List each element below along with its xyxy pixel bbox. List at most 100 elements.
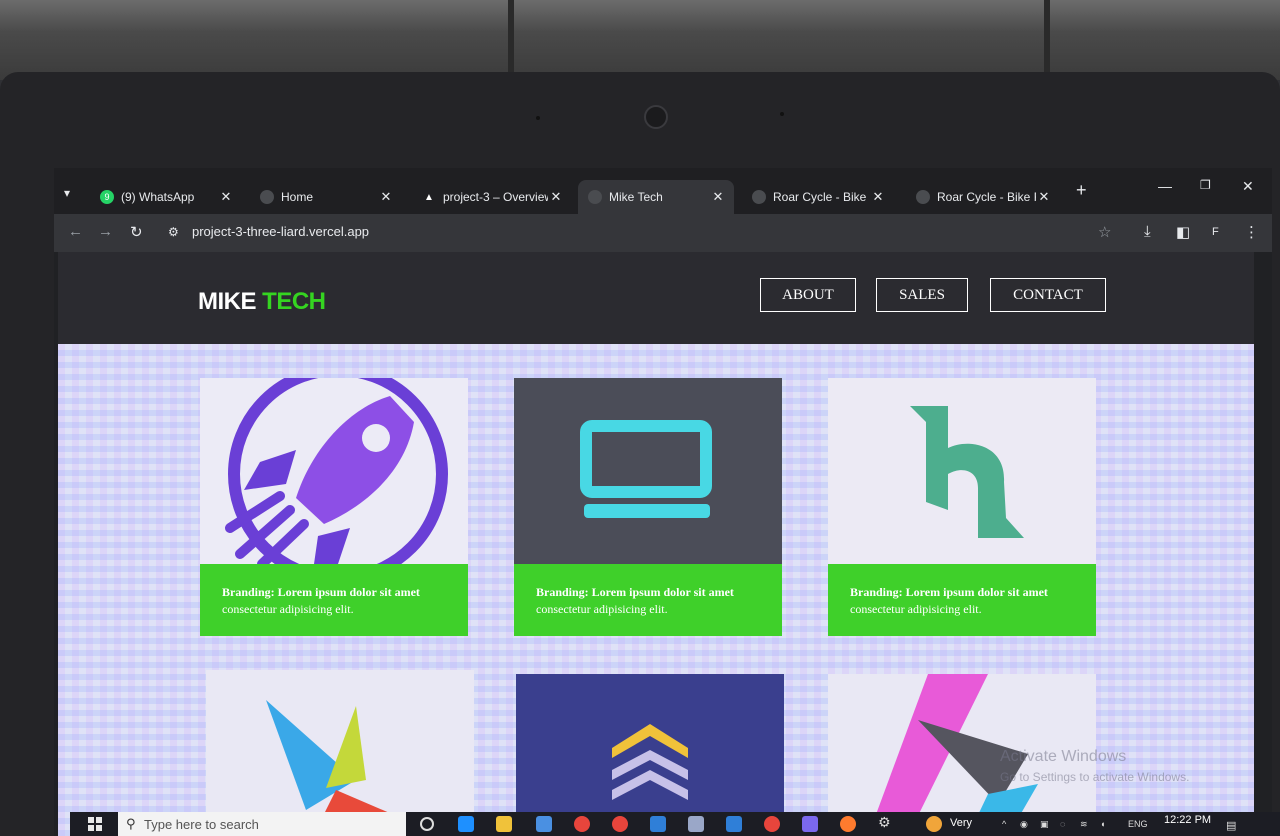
taskbar-search-input[interactable]: ⚲ Type here to search [118, 812, 406, 836]
tray-icon[interactable]: ▣ [1040, 819, 1049, 830]
menu-kebab-icon[interactable]: ⋮ [1244, 223, 1259, 241]
tab-roar-cycle[interactable]: Roar Cycle - Bike Re ✕ [906, 180, 1060, 214]
card-caption-text: consectetur adipisicing elit. [222, 602, 354, 616]
whatsapp-icon: 9 [100, 190, 114, 204]
tab-title: Home [281, 190, 314, 204]
browser-toolbar: ← → ↻ ⚙ project-3-three-liard.vercel.app… [54, 214, 1272, 252]
nav-contact-button[interactable]: CONTACT [990, 278, 1106, 312]
browser-window: ▾ 9 (9) WhatsApp ✕ Home ✕ ▲ project-3 – … [54, 168, 1272, 836]
logo-text-white: MIKE [198, 288, 257, 315]
portfolio-card[interactable]: Branding: Lorem ipsum dolor sit amet con… [828, 378, 1096, 636]
vercel-icon: ▲ [424, 191, 434, 203]
tray-chevron-icon[interactable]: ^ [1002, 819, 1006, 829]
address-bar[interactable]: project-3-three-liard.vercel.app [192, 224, 369, 239]
card-caption-title: Branding: Lorem ipsum dolor sit amet [536, 585, 734, 599]
forward-arrow-icon[interactable]: → [98, 223, 113, 240]
globe-icon [916, 190, 930, 204]
reload-icon[interactable]: ↻ [130, 223, 143, 241]
tab-strip: ▾ 9 (9) WhatsApp ✕ Home ✕ ▲ project-3 – … [54, 168, 1272, 214]
cortana-icon[interactable] [420, 817, 434, 831]
card-image [200, 378, 468, 564]
globe-icon [588, 190, 602, 204]
tab-mike-tech[interactable]: Mike Tech ✕ [578, 180, 734, 214]
app-icon[interactable] [688, 816, 704, 832]
card-caption: Branding: Lorem ipsum dolor sit amet con… [514, 564, 782, 636]
bookmark-star-icon[interactable]: ☆ [1098, 223, 1111, 241]
close-tab-icon[interactable]: ✕ [548, 189, 564, 205]
bezel-dot [780, 112, 784, 116]
site-logo[interactable]: MIKE TECH [198, 288, 326, 316]
card-image [514, 378, 782, 564]
weather-icon[interactable] [926, 816, 942, 832]
laptop-icon [580, 420, 712, 518]
weather-text: Very [950, 817, 973, 829]
app-icon[interactable] [802, 816, 818, 832]
desk-seam [1044, 0, 1050, 75]
new-tab-plus-icon[interactable]: + [1076, 180, 1087, 201]
volume-icon[interactable]: ◖ [1100, 819, 1105, 829]
tray-icon[interactable]: ◉ [1020, 819, 1028, 830]
tab-title: Roar Cycle - Bike Re [937, 190, 1036, 204]
profile-avatar[interactable]: F [1212, 226, 1219, 238]
tab-whatsapp[interactable]: 9 (9) WhatsApp ✕ [90, 180, 242, 214]
firefox-icon[interactable] [840, 816, 856, 832]
search-icon: ⚲ [126, 816, 136, 831]
nav-about-button[interactable]: ABOUT [760, 278, 856, 312]
close-tab-icon[interactable]: ✕ [710, 189, 726, 205]
card-caption-title: Branding: Lorem ipsum dolor sit amet [850, 585, 1048, 599]
side-panel-icon[interactable]: ◧ [1176, 223, 1190, 241]
tab-title: (9) WhatsApp [121, 190, 195, 204]
file-explorer-icon[interactable] [496, 816, 512, 832]
site-header: MIKE TECH ABOUT SALES CONTACT [58, 252, 1254, 344]
back-arrow-icon[interactable]: ← [68, 223, 83, 240]
globe-icon [260, 190, 274, 204]
tab-title: Roar Cycle - Bike Re [773, 190, 870, 204]
tab-project-overview[interactable]: ▲ project-3 – Overview ✕ [412, 180, 572, 214]
letter-b-logo-icon [910, 406, 1024, 538]
clock-time[interactable]: 12:22 PM [1164, 814, 1211, 826]
close-tab-icon[interactable]: ✕ [1036, 189, 1052, 205]
activate-windows-subtitle: Go to Settings to activate Windows. [1000, 770, 1190, 784]
close-window-icon[interactable]: ✕ [1242, 178, 1254, 195]
desk-background [0, 0, 1280, 80]
card-caption-text: consectetur adipisicing elit. [536, 602, 668, 616]
card-image [828, 378, 1096, 564]
chrome-icon[interactable] [574, 816, 590, 832]
tab-title: project-3 – Overview [443, 190, 548, 204]
portfolio-card[interactable]: Branding: Lorem ipsum dolor sit amet con… [200, 378, 468, 636]
close-tab-icon[interactable]: ✕ [378, 189, 394, 205]
chrome-icon[interactable] [764, 816, 780, 832]
nav-sales-button[interactable]: SALES [876, 278, 968, 312]
logo-text-green: TECH [262, 288, 326, 315]
store-icon[interactable] [536, 816, 552, 832]
globe-icon [752, 190, 766, 204]
activate-windows-title: Activate Windows [1000, 748, 1127, 765]
close-tab-icon[interactable]: ✕ [870, 189, 886, 205]
tab-home[interactable]: Home ✕ [250, 180, 402, 214]
wifi-icon[interactable]: ≋ [1080, 819, 1088, 830]
card-caption: Branding: Lorem ipsum dolor sit amet con… [828, 564, 1096, 636]
tab-roar-cycle[interactable]: Roar Cycle - Bike Re ✕ [742, 180, 894, 214]
language-indicator[interactable]: ENG [1128, 819, 1148, 829]
minimize-icon[interactable]: — [1158, 178, 1172, 194]
site-settings-icon[interactable]: ⚙ [168, 225, 179, 239]
settings-gear-icon[interactable]: ⚙ [878, 814, 894, 830]
network-icon[interactable]: ◌ [1060, 819, 1065, 829]
notifications-icon[interactable]: ▤ [1226, 819, 1236, 832]
vscode-icon[interactable] [650, 816, 666, 832]
edge-icon[interactable] [458, 816, 474, 832]
windows-taskbar: ⚲ Type here to search ⚙ Very ^ ◉ ▣ ◌ ≋ ◖… [70, 812, 1280, 836]
mail-icon[interactable] [726, 816, 742, 832]
chrome-icon[interactable] [612, 816, 628, 832]
portfolio-card[interactable]: Branding: Lorem ipsum dolor sit amet con… [514, 378, 782, 636]
card-caption-text: consectetur adipisicing elit. [850, 602, 982, 616]
download-icon[interactable]: ⤓ [1144, 223, 1151, 240]
restore-icon[interactable]: ❐ [1200, 178, 1211, 192]
card-caption: Branding: Lorem ipsum dolor sit amet con… [200, 564, 468, 636]
tab-title: Mike Tech [609, 190, 663, 204]
windows-start-icon[interactable] [88, 817, 102, 831]
close-tab-icon[interactable]: ✕ [218, 189, 234, 205]
search-placeholder: Type here to search [144, 816, 259, 832]
bezel-dot [536, 116, 540, 120]
tab-search-chevron-icon[interactable]: ▾ [64, 186, 70, 200]
